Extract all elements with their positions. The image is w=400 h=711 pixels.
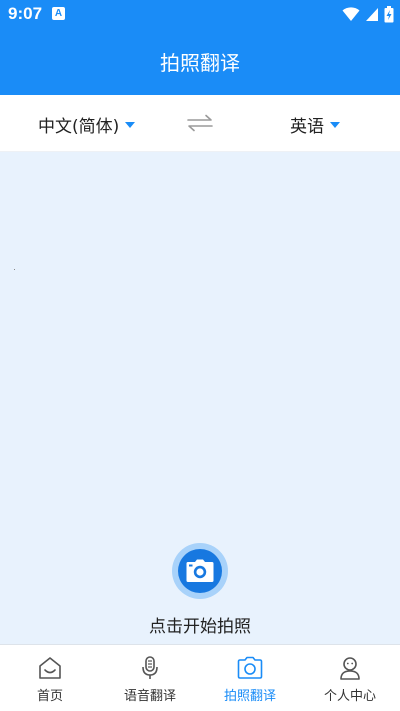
capture-button[interactable] — [172, 543, 228, 599]
status-time: 9:07 — [8, 4, 43, 23]
capture-button-inner — [178, 549, 222, 593]
dropdown-caret-icon — [330, 121, 340, 128]
speck — [14, 269, 15, 270]
tab-profile[interactable]: 个人中心 — [300, 645, 400, 711]
notification-badge: A — [52, 7, 65, 20]
status-bar: 9:07 A — [0, 0, 400, 28]
battery-icon — [384, 5, 394, 22]
target-language-selector[interactable]: 英语 — [290, 112, 340, 137]
dropdown-caret-icon — [125, 121, 136, 128]
signal-icon — [366, 7, 378, 21]
bottom-tab-bar: 首页 语音翻译 拍照翻译 个人中心 — [0, 644, 400, 711]
tab-home[interactable]: 首页 — [0, 645, 100, 711]
preview-area: 点击开始拍照 — [0, 152, 400, 644]
tab-voice-translate-label: 语音翻译 — [123, 689, 176, 704]
tab-profile-label: 个人中心 — [323, 689, 376, 704]
swap-arrows-icon[interactable] — [187, 112, 213, 134]
camera-icon — [237, 656, 263, 679]
capture-label: 点击开始拍照 — [149, 617, 251, 637]
source-language-label: 中文(简体) — [38, 117, 120, 137]
tab-photo-translate-label: 拍照翻译 — [223, 689, 276, 704]
status-icons — [342, 5, 394, 23]
tab-home-label: 首页 — [36, 689, 63, 704]
tab-voice-translate[interactable]: 语音翻译 — [100, 645, 200, 711]
target-language-label: 英语 — [290, 117, 324, 137]
person-icon — [340, 657, 360, 680]
tab-photo-translate[interactable]: 拍照翻译 — [200, 645, 300, 711]
home-icon — [39, 657, 61, 679]
page-title: 拍照翻译 — [160, 51, 240, 75]
source-language-selector[interactable]: 中文(简体) — [38, 112, 136, 137]
language-bar: 中文(简体) 英语 — [0, 95, 400, 152]
wifi-icon — [342, 7, 360, 21]
app-header: 拍照翻译 — [0, 28, 400, 95]
microphone-icon — [142, 656, 158, 679]
camera-icon — [186, 559, 214, 582]
